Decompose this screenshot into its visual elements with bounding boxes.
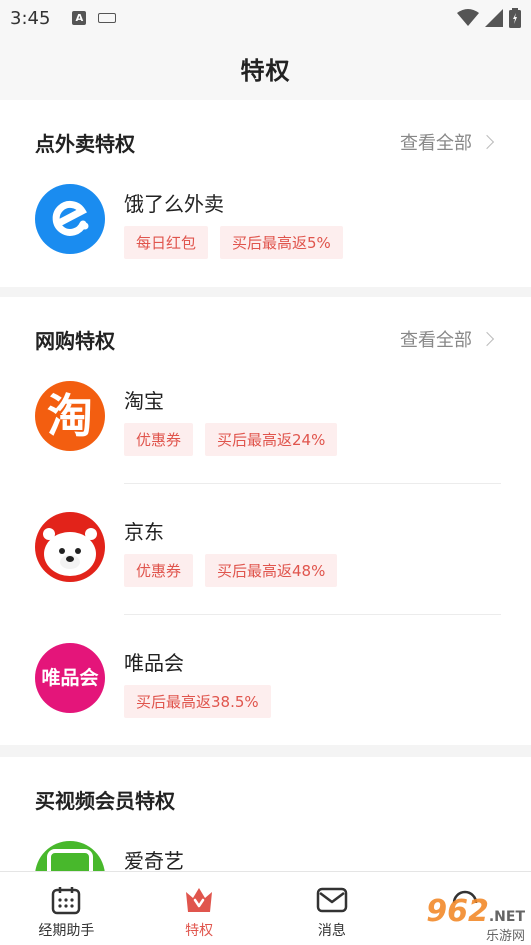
view-all-button[interactable]: 查看全部 [400, 129, 496, 155]
crown-icon [183, 884, 215, 916]
watermark-suffix: .NET [488, 909, 525, 925]
chevron-right-icon [479, 331, 495, 347]
merchant-name: 淘宝 [124, 389, 164, 413]
section-video-membership: 买视频会员特权 爱奇艺 [0, 757, 531, 871]
taobao-logo: 淘 [35, 381, 105, 451]
calendar-icon [50, 884, 82, 916]
section-header: 买视频会员特权 [35, 787, 496, 813]
section-online-shopping: 网购特权 查看全部 淘 淘宝 优惠券 买后最高返24% 京东 优惠券 买后最高返… [0, 297, 531, 745]
merchant-iqiyi[interactable]: 爱奇艺 [0, 841, 531, 871]
watermark-logo: 962.NET 乐游网 [426, 894, 525, 944]
header: 特权 [0, 36, 531, 100]
taobao-logo-text: 淘 [47, 389, 93, 443]
tag: 买后最高返38.5% [124, 685, 271, 718]
tag-list: 每日红包 买后最高返5% [124, 226, 343, 259]
mail-icon [316, 884, 348, 916]
tag: 买后最高返24% [205, 423, 338, 456]
watermark-text: 962 [426, 894, 489, 929]
tag-list: 买后最高返38.5% [124, 685, 271, 718]
vip-logo: 唯品会 [35, 643, 105, 713]
vip-logo-text: 唯品会 [41, 666, 99, 689]
status-icons [457, 8, 521, 28]
section-title: 点外卖特权 [35, 131, 135, 156]
section-title: 买视频会员特权 [35, 788, 175, 813]
tab-period-assistant[interactable]: 经期助手 [0, 872, 133, 945]
status-bar: 3:45 A [0, 0, 531, 36]
chevron-right-icon [479, 134, 495, 150]
merchant-name: 饿了么外卖 [124, 192, 224, 216]
merchant-eleme[interactable]: 饿了么外卖 每日红包 买后最高返5% [0, 184, 531, 304]
jd-logo [35, 512, 105, 582]
divider [124, 614, 501, 615]
tag: 买后最高返5% [220, 226, 343, 259]
eleme-logo [35, 184, 105, 254]
tab-privileges[interactable]: 特权 [133, 872, 266, 945]
tab-label: 消息 [317, 923, 346, 939]
iqiyi-logo [35, 841, 105, 871]
view-all-label: 查看全部 [400, 330, 472, 351]
tab-label: 特权 [185, 923, 214, 939]
merchant-name: 爱奇艺 [124, 849, 184, 871]
divider [124, 483, 501, 484]
tag: 每日红包 [124, 226, 209, 259]
page-title: 特权 [240, 56, 291, 85]
tag-list: 优惠券 买后最高返48% [124, 554, 338, 587]
section-title: 网购特权 [35, 328, 115, 353]
tab-messages[interactable]: 消息 [266, 872, 399, 945]
status-time: 3:45 [10, 7, 51, 29]
merchant-name: 唯品会 [124, 651, 184, 675]
section-header: 点外卖特权 查看全部 [35, 129, 496, 156]
tag: 优惠券 [124, 423, 194, 456]
merchant-name: 京东 [124, 520, 164, 544]
section-header: 网购特权 查看全部 [35, 326, 496, 353]
tag: 买后最高返48% [205, 554, 338, 587]
view-all-button[interactable]: 查看全部 [400, 326, 496, 352]
merchant-vip[interactable]: 唯品会 唯品会 买后最高返38.5% [0, 643, 531, 763]
view-all-label: 查看全部 [400, 133, 472, 154]
signal-icon [485, 9, 503, 27]
keyboard-icon [98, 13, 117, 23]
notification-a-icon: A [72, 11, 87, 25]
wifi-icon [457, 9, 479, 26]
tag-list: 优惠券 买后最高返24% [124, 423, 338, 456]
tab-label: 经期助手 [38, 923, 95, 939]
battery-icon [509, 8, 521, 28]
tag: 优惠券 [124, 554, 194, 587]
section-food-delivery: 点外卖特权 查看全部 饿了么外卖 每日红包 买后最高返5% [0, 100, 531, 287]
